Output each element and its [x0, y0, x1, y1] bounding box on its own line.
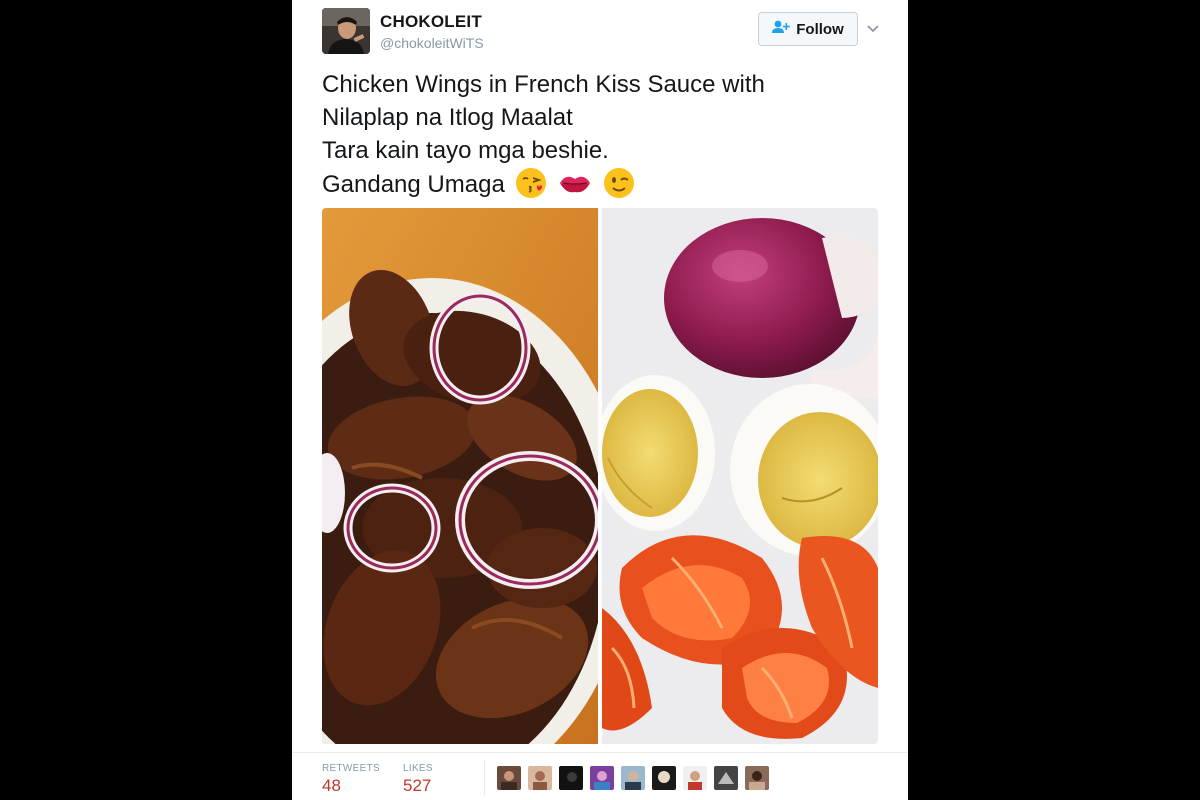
tweet-text: Chicken Wings in French Kiss Sauce with … [322, 68, 882, 208]
kissing-face-emoji [515, 167, 547, 208]
liker-avatar[interactable] [559, 766, 583, 790]
add-user-icon [772, 20, 791, 39]
user-handle[interactable]: @chokoleitWiTS [380, 35, 484, 51]
follow-button[interactable]: Follow [758, 12, 858, 46]
likes-label: LIKES [403, 763, 433, 774]
tweet-text-line: Chicken Wings in French Kiss Sauce with [322, 71, 765, 98]
liker-avatar[interactable] [652, 766, 676, 790]
likes-count[interactable]: 527 [403, 776, 431, 796]
liker-avatar[interactable] [621, 766, 645, 790]
chicken-wings-photo [322, 208, 598, 744]
tweet-text-line: Nilaplap na Itlog Maalat [322, 104, 573, 131]
follow-label: Follow [796, 20, 844, 38]
stats-separator [484, 760, 485, 796]
tweet-text-line: Tara kain tayo mga beshie. [322, 137, 609, 164]
liker-avatar[interactable] [528, 766, 552, 790]
chevron-down-icon[interactable] [864, 20, 882, 38]
tweet-text-line: Gandang Umaga [322, 171, 505, 198]
retweets-label: RETWEETS [322, 763, 380, 774]
liker-avatar[interactable] [590, 766, 614, 790]
salted-eggs-tomatoes-photo [602, 208, 878, 744]
display-name[interactable]: CHOKOLEIT [380, 12, 482, 32]
tweet-text-line-with-emoji: Gandang Umaga [322, 167, 882, 208]
liker-avatar[interactable] [497, 766, 521, 790]
liker-avatar[interactable] [683, 766, 707, 790]
avatar[interactable] [322, 8, 370, 54]
tweet-photo[interactable] [322, 208, 878, 744]
liker-avatar[interactable] [714, 766, 738, 790]
divider [292, 752, 908, 753]
liker-avatar[interactable] [745, 766, 769, 790]
likers-avatars [497, 766, 769, 790]
tweet-card: CHOKOLEIT @chokoleitWiTS Follow Chicken … [292, 0, 908, 800]
kiss-mark-emoji [558, 167, 592, 208]
retweets-count[interactable]: 48 [322, 776, 341, 796]
winking-face-emoji [603, 167, 635, 208]
